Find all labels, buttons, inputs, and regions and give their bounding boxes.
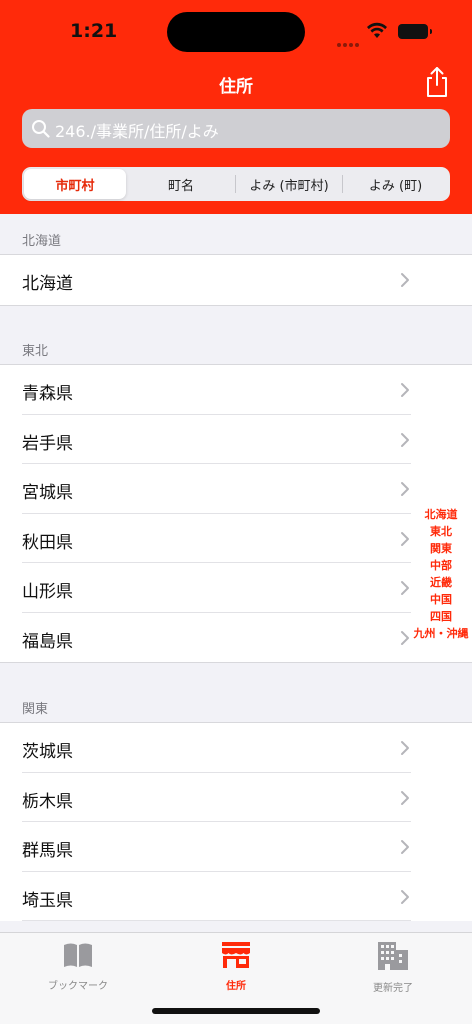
index-item[interactable]: 北海道: [410, 506, 472, 523]
section-index[interactable]: 北海道 東北 関東 中部 近畿 中国 四国 九州・沖縄: [410, 506, 472, 642]
segment-city-reading[interactable]: よみ (市町村): [236, 169, 342, 199]
status-time: 1:21: [70, 20, 118, 42]
list-item[interactable]: 茨城県: [0, 723, 472, 773]
book-icon: [64, 943, 92, 967]
chevron-right-icon: [401, 790, 409, 805]
tab-update[interactable]: 更新完了: [333, 941, 453, 994]
list-item-label: 栃木県: [22, 791, 73, 812]
list-item[interactable]: 栃木県: [0, 773, 472, 822]
list-item-label: 埼玉県: [22, 890, 73, 911]
list-item-label: 茨城県: [22, 742, 73, 762]
list-item[interactable]: 北海道: [0, 255, 472, 305]
dynamic-island: [167, 12, 305, 52]
index-item[interactable]: 中国: [410, 591, 472, 608]
index-item[interactable]: 九州・沖縄: [410, 625, 472, 642]
chevron-right-icon: [401, 531, 409, 546]
store-icon: [222, 942, 250, 968]
share-icon[interactable]: [423, 66, 451, 98]
index-item[interactable]: 東北: [410, 523, 472, 540]
chevron-right-icon: [401, 630, 409, 645]
search-icon: [32, 120, 50, 138]
list-item[interactable]: 福島県: [0, 613, 472, 663]
tab-bookmark[interactable]: ブックマーク: [18, 941, 138, 992]
list-item[interactable]: 岩手県: [0, 415, 472, 464]
section-header-kanto: 関東: [22, 702, 49, 717]
page-title: 住所: [219, 77, 253, 97]
list-item-label: 岩手県: [22, 433, 73, 454]
chevron-right-icon: [401, 482, 409, 496]
list-item[interactable]: 山形県: [0, 563, 472, 613]
index-item[interactable]: 中部: [410, 557, 472, 574]
list-item-label: 山形県: [22, 582, 73, 602]
index-item[interactable]: 関東: [410, 540, 472, 557]
chevron-right-icon: [401, 581, 409, 595]
section-header-tohoku: 東北: [22, 344, 49, 359]
list-item[interactable]: 秋田県: [0, 514, 472, 563]
list-item[interactable]: 宮城県: [0, 464, 472, 514]
status-bar: 1:21: [0, 0, 472, 62]
chevron-right-icon: [401, 383, 409, 397]
tab-label: 更新完了: [373, 983, 413, 994]
list-item-label: 青森県: [22, 384, 73, 404]
list-item[interactable]: 埼玉県: [0, 872, 472, 921]
index-item[interactable]: 四国: [410, 608, 472, 625]
tab-label: ブックマーク: [48, 981, 108, 992]
list-item-label: 宮城県: [22, 483, 73, 503]
row-separator: [22, 920, 411, 921]
wifi-icon: [367, 22, 387, 38]
search-placeholder: 246./事業所/住所/よみ: [55, 122, 219, 141]
building-icon: [378, 942, 408, 970]
list-group-hokkaido: 北海道: [0, 254, 472, 306]
segment-town[interactable]: 町名: [128, 169, 234, 199]
list-item[interactable]: 青森県: [0, 365, 472, 415]
list-item-label: 北海道: [22, 274, 73, 294]
home-indicator: [152, 1008, 320, 1014]
list-item[interactable]: 群馬県: [0, 822, 472, 872]
list-item-label: 群馬県: [22, 841, 73, 861]
search-input[interactable]: 246./事業所/住所/よみ: [22, 109, 450, 148]
chevron-right-icon: [401, 741, 409, 755]
header: 1:21 住所 246./事業所/住所/よみ 市町村 町名 よみ (市町村) よ…: [0, 0, 472, 214]
battery-icon: [398, 24, 432, 39]
list-group-kanto: 茨城県 栃木県 群馬県 埼玉県: [0, 722, 472, 921]
tab-address[interactable]: 住所: [176, 941, 296, 992]
chevron-right-icon: [401, 273, 409, 287]
chevron-right-icon: [401, 432, 409, 447]
chevron-right-icon: [401, 889, 409, 904]
list-item-label: 福島県: [22, 631, 73, 652]
cellular-signal-icon: [337, 32, 361, 51]
section-header-hokkaido: 北海道: [22, 234, 62, 249]
segment-town-reading[interactable]: よみ (町): [343, 169, 448, 199]
index-item[interactable]: 近畿: [410, 574, 472, 591]
chevron-right-icon: [401, 840, 409, 854]
segmented-control: 市町村 町名 よみ (市町村) よみ (町): [22, 167, 450, 201]
list-item-label: 秋田県: [22, 532, 73, 553]
list-group-tohoku: 青森県 岩手県 宮城県 秋田県 山形県 福島県: [0, 364, 472, 663]
segment-city[interactable]: 市町村: [24, 169, 126, 199]
tab-label: 住所: [226, 981, 246, 992]
